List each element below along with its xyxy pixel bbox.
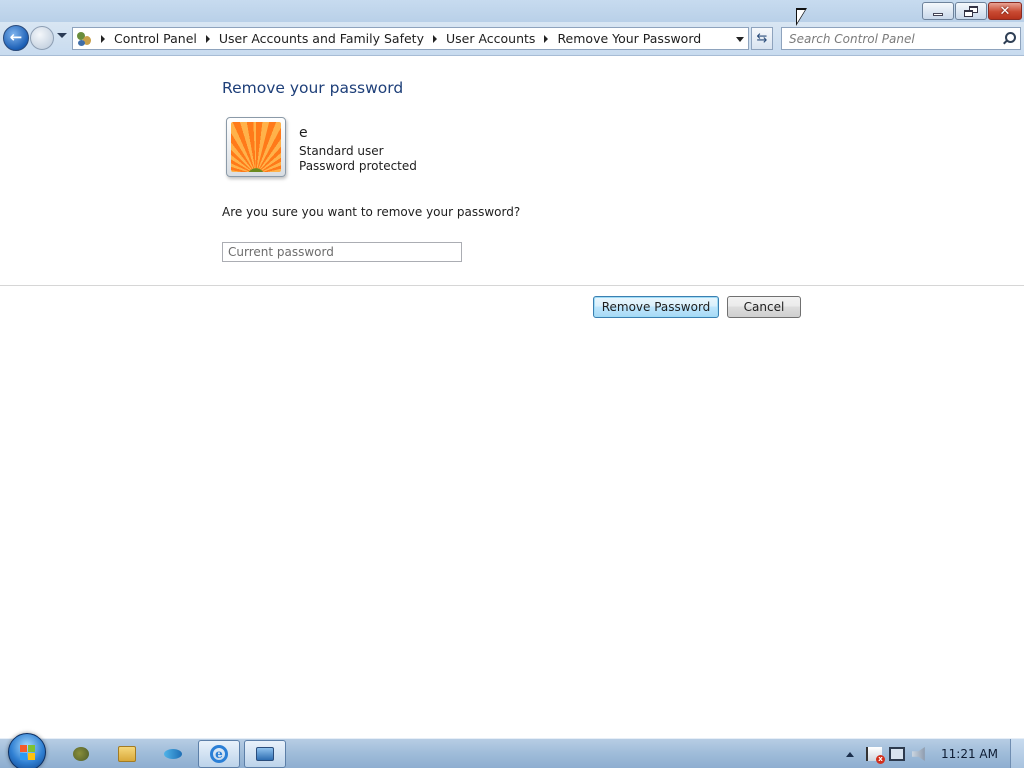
forward-button[interactable] bbox=[30, 26, 54, 50]
clock[interactable]: 11:21 AM bbox=[941, 747, 998, 761]
control-panel-icon bbox=[73, 747, 89, 761]
restore-button[interactable] bbox=[955, 2, 987, 20]
windows-logo-icon bbox=[20, 745, 36, 761]
taskbar-control-panel[interactable] bbox=[60, 740, 102, 768]
network-icon[interactable] bbox=[889, 747, 906, 761]
back-button[interactable]: ← bbox=[3, 25, 29, 51]
title-bar: ✕ bbox=[0, 0, 1024, 22]
breadcrumb-separator-icon[interactable] bbox=[205, 34, 210, 43]
action-center-icon[interactable]: x bbox=[866, 747, 886, 764]
ie-icon: e bbox=[210, 745, 228, 763]
back-arrow-icon: ← bbox=[9, 28, 23, 46]
flower-picture-icon bbox=[231, 122, 281, 172]
recent-pages-dropdown[interactable] bbox=[57, 33, 67, 38]
user-name: e bbox=[299, 125, 308, 141]
search-input[interactable] bbox=[789, 31, 999, 46]
start-button[interactable] bbox=[8, 733, 46, 768]
page-title: Remove your password bbox=[222, 79, 404, 97]
control-panel-icon bbox=[76, 31, 92, 47]
divider bbox=[0, 285, 1024, 286]
breadcrumb-user-accounts[interactable]: User Accounts bbox=[446, 31, 535, 46]
system-tray: x 11:21 AM bbox=[846, 739, 1024, 768]
taskbar: e x 11:21 AM bbox=[0, 733, 1024, 768]
mouse-cursor-icon bbox=[796, 8, 807, 26]
breadcrumb-remove-your-password[interactable]: Remove Your Password bbox=[557, 31, 701, 46]
minimize-icon bbox=[933, 12, 943, 16]
folder-icon bbox=[118, 746, 136, 762]
user-password-status: Password protected bbox=[299, 159, 417, 173]
taskbar-control-panel-window[interactable] bbox=[244, 740, 286, 768]
address-bar[interactable]: Control Panel User Accounts and Family S… bbox=[72, 27, 749, 50]
breadcrumb-control-panel[interactable]: Control Panel bbox=[114, 31, 197, 46]
content-area: Remove your password e Standard user Pas… bbox=[0, 57, 1024, 738]
close-icon: ✕ bbox=[999, 3, 1011, 19]
user-avatar bbox=[226, 117, 286, 177]
volume-muted-icon[interactable] bbox=[912, 747, 925, 761]
refresh-icon: ⇆ bbox=[756, 31, 768, 46]
taskbar-windows-explorer[interactable] bbox=[106, 740, 148, 768]
confirmation-question: Are you sure you want to remove your pas… bbox=[222, 205, 521, 219]
taskbar-media-app[interactable] bbox=[152, 740, 194, 768]
search-icon[interactable] bbox=[1002, 32, 1016, 45]
breadcrumb-separator-icon[interactable] bbox=[101, 34, 105, 43]
fish-icon bbox=[164, 749, 182, 759]
breadcrumb-separator-icon[interactable] bbox=[544, 34, 549, 43]
close-button[interactable]: ✕ bbox=[988, 2, 1022, 20]
refresh-button[interactable]: ⇆ bbox=[751, 27, 773, 50]
address-dropdown-icon[interactable] bbox=[736, 37, 744, 42]
remove-password-button[interactable]: Remove Password bbox=[593, 296, 719, 318]
restore-icon bbox=[964, 5, 978, 17]
show-hidden-icons-icon[interactable] bbox=[846, 751, 855, 757]
taskbar-internet-explorer[interactable]: e bbox=[198, 740, 240, 768]
current-password-input[interactable] bbox=[222, 242, 462, 262]
cancel-button[interactable]: Cancel bbox=[727, 296, 801, 318]
show-desktop-button[interactable] bbox=[1010, 739, 1024, 768]
user-account-type: Standard user bbox=[299, 144, 384, 158]
caption-buttons: ✕ bbox=[922, 2, 1022, 20]
breadcrumb-separator-icon[interactable] bbox=[432, 34, 437, 43]
minimize-button[interactable] bbox=[922, 2, 954, 20]
navigation-bar: ← Control Panel User Accounts and Family… bbox=[0, 22, 1024, 56]
search-box[interactable] bbox=[781, 27, 1021, 50]
window-icon bbox=[256, 747, 274, 761]
breadcrumb-user-accounts-family-safety[interactable]: User Accounts and Family Safety bbox=[219, 31, 424, 46]
